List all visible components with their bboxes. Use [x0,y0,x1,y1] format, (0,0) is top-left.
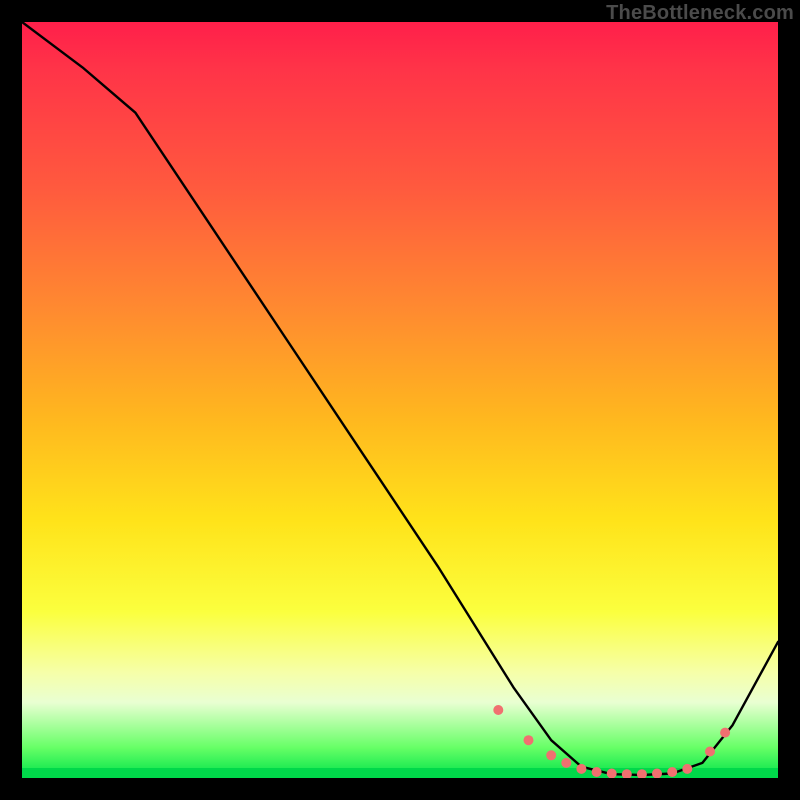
marker-dot [705,747,715,757]
curve-line [22,22,778,775]
marker-dot [720,728,730,738]
marker-dot [652,769,662,779]
marker-dot [576,764,586,774]
flat-region-dots [493,705,730,778]
marker-dot [561,758,571,768]
marker-dot [524,735,534,745]
marker-dot [682,764,692,774]
curve-layer [22,22,778,775]
marker-dot [637,769,647,778]
marker-dot [622,769,632,778]
chart-stage: TheBottleneck.com [0,0,800,800]
plot-area [22,22,778,778]
marker-dot [493,705,503,715]
chart-overlay [22,22,778,778]
marker-dot [667,767,677,777]
marker-dot [607,769,617,779]
marker-dot [592,767,602,777]
marker-dot [546,750,556,760]
